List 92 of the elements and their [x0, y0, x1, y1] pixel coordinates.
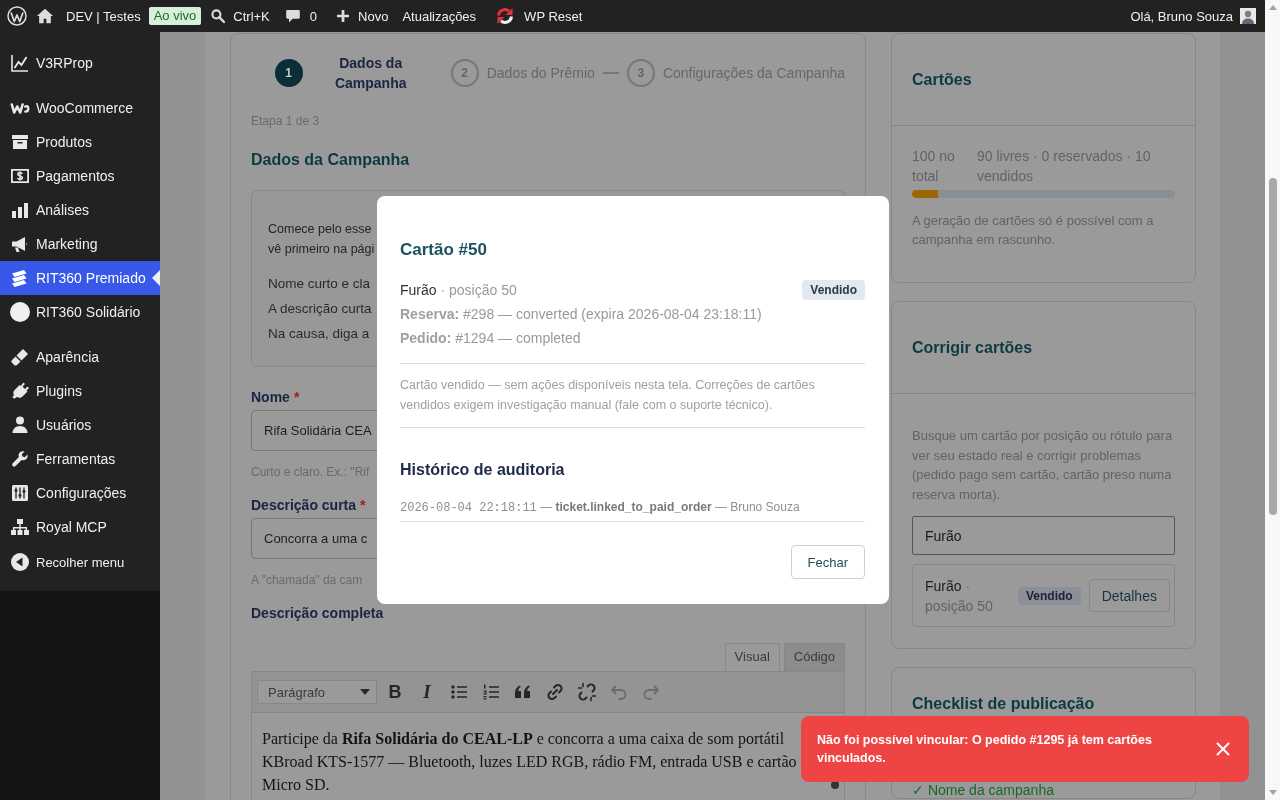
scrollbar-thumb[interactable]	[1268, 178, 1277, 515]
caret-icon	[360, 689, 370, 695]
search-input[interactable]: Furão	[912, 516, 1175, 555]
comment-icon	[284, 8, 301, 24]
dialog-note: Cartão vendido — sem ações disponíveis nesta tela. Correções de cartões vendidos exigem investigação manual (fale com o suporte técnico).	[400, 377, 816, 414]
bar-chart-icon	[10, 200, 30, 220]
comments-link[interactable]: 0	[284, 0, 318, 32]
paintbrush-icon	[10, 347, 30, 367]
intro-tip: Nome curto e cla	[268, 275, 371, 293]
close-icon	[1216, 742, 1230, 756]
reset-link[interactable]: WP Reset	[495, 0, 583, 32]
circle-icon	[10, 302, 30, 322]
intro-text: vê primeiro na pági	[268, 241, 375, 258]
refresh-icon	[495, 6, 516, 26]
step-connector	[602, 72, 619, 74]
intro-text: Comece pelo esse	[268, 221, 372, 238]
sidebar-item[interactable]: Usuários	[0, 408, 160, 442]
wrench-icon	[10, 449, 30, 469]
sidebar-item[interactable]: RIT360 Premiado	[0, 261, 160, 295]
close-button[interactable]	[1215, 741, 1231, 757]
checklist-item: ✓ Nome da campanha	[912, 783, 1055, 798]
scroll-down-icon[interactable]	[1268, 790, 1277, 795]
new-content-link[interactable]: Novo	[335, 0, 389, 32]
section-title: Dados da Campanha	[251, 150, 411, 170]
logo-icon[interactable]	[7, 6, 27, 26]
sidebar-item[interactable]: Royal MCP	[0, 510, 160, 544]
sidebar-item[interactable]: Análises	[0, 193, 160, 227]
scroll-up-icon[interactable]	[1268, 5, 1277, 10]
undo-icon	[609, 682, 629, 702]
sidebar-item[interactable]: V3RProp	[0, 46, 160, 80]
panel-title: Cartões	[912, 69, 972, 90]
audit-text: — ticket.linked_to_paid_order — Bruno Souza	[540, 500, 800, 514]
scrollbar[interactable]	[1265, 0, 1280, 800]
link-icon	[545, 682, 565, 702]
collapse-icon	[10, 552, 30, 572]
sitemap-icon	[10, 517, 30, 537]
unlink-icon	[577, 682, 597, 702]
required-mark: *	[360, 497, 366, 513]
search-button[interactable]: Ctrl+K	[210, 0, 270, 32]
avatar-icon	[1240, 8, 1256, 24]
format-select[interactable]: Parágrafo	[257, 680, 377, 704]
bulleted-list-icon	[449, 682, 469, 702]
environment-badge: Ao vivo	[148, 7, 202, 25]
field-label: Descrição completa	[251, 605, 384, 621]
sidebar-item[interactable]: Ferramentas	[0, 442, 160, 476]
sidebar-item[interactable]: RIT360 Solidário	[0, 295, 160, 329]
sidebar-item[interactable]: Plugins	[0, 374, 160, 408]
step-number[interactable]: 1	[274, 59, 303, 87]
editor-tab[interactable]: Visual	[724, 643, 780, 671]
sliders-icon	[10, 483, 30, 503]
panel-title: Checklist de publicação	[912, 694, 1095, 714]
search-icon	[210, 8, 227, 24]
intro-tip: Na causa, diga a	[268, 325, 370, 343]
editor-paragraph: Participe da Rifa Solidária do CEAL-LP e concorra a uma caixa de som portátil KBroad KTS-1577 — Bluetooth, luzes LED RGB, rádio FM, entrada USB e cartão Micro SD.	[262, 729, 798, 795]
collapse-menu-button[interactable]: Recolher menu	[0, 545, 160, 579]
updates-link[interactable]: Atualizações	[402, 0, 477, 32]
plus-icon	[335, 8, 352, 24]
dollar-icon	[10, 166, 30, 186]
user-icon	[10, 415, 30, 435]
sidebar-item[interactable]: Pagamentos	[0, 159, 160, 193]
intro-tip: A descrição curta	[268, 300, 372, 318]
archive-box-icon	[10, 132, 30, 152]
numbered-list-icon	[481, 682, 501, 702]
italic-button[interactable]: I	[413, 678, 441, 706]
sidebar-item[interactable]: Produtos	[0, 125, 160, 159]
detail-line: Reserva: #298 — converted (expira 2026-08-04 23:18:11)	[400, 305, 763, 324]
step-label[interactable]: Dados da Campanha	[310, 53, 431, 93]
home-icon	[36, 7, 54, 25]
status-badge: Vendido	[1018, 586, 1081, 605]
site-name-link[interactable]: DEV | Testes	[36, 0, 141, 32]
dialog-title: Cartão #50	[400, 240, 488, 260]
bold-button[interactable]: B	[381, 678, 409, 706]
line-chart-icon	[10, 53, 30, 73]
sidebar-item[interactable]: Aparência	[0, 340, 160, 374]
sidebar-item[interactable]: Marketing	[0, 227, 160, 261]
sidebar-item[interactable]: WooCommerce	[0, 91, 160, 125]
field-label: Nome	[251, 389, 290, 405]
editor-tab[interactable]: Código	[783, 643, 845, 671]
account-link[interactable]: Olá, Bruno Souza	[1130, 0, 1256, 32]
close-dialog-button[interactable]: Fechar	[790, 545, 865, 579]
panel-title: Corrigir cartões	[912, 337, 1033, 358]
plug-icon	[10, 381, 30, 401]
sidebar-item[interactable]: Configurações	[0, 476, 160, 510]
required-mark: *	[293, 389, 300, 405]
detail-line: Pedido: #1294 — completed	[400, 329, 582, 348]
details-button[interactable]: Detalhes	[1088, 579, 1170, 612]
ticket-summary: Furão · posição 50	[400, 281, 517, 300]
field-label: Descrição curta	[251, 497, 357, 513]
audit-title: Histórico de auditoria	[400, 460, 566, 480]
audit-timestamp: 2026-08-04 22:18:11	[400, 501, 537, 515]
redo-icon	[641, 682, 661, 702]
status-badge: Vendido	[802, 280, 865, 300]
